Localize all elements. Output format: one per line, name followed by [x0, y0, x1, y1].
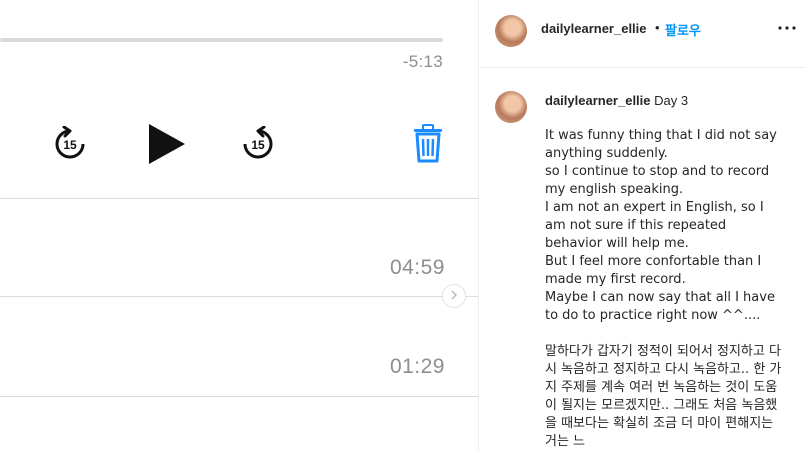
divider	[0, 296, 478, 297]
more-options-icon[interactable]	[777, 18, 797, 43]
author-username[interactable]: dailylearner_ellie	[541, 21, 647, 36]
skip-back-15-icon[interactable]: 15	[52, 125, 88, 167]
divider	[0, 396, 478, 397]
post-media-area: -5:13 15 15 04:59 01:29	[0, 0, 478, 452]
avatar[interactable]	[495, 15, 527, 47]
playback-progress-bar[interactable]	[0, 38, 443, 42]
play-icon[interactable]	[146, 122, 188, 171]
avatar[interactable]	[495, 91, 527, 123]
next-slide-button[interactable]	[442, 284, 466, 308]
separator-dot: •	[655, 20, 660, 35]
caption-header: dailylearner_ellie Day 3	[545, 93, 688, 108]
caption-username[interactable]: dailylearner_ellie	[545, 93, 651, 108]
recording-duration: 01:29	[389, 355, 445, 378]
caption-text: It was funny thing that I did not say an…	[545, 128, 782, 449]
chevron-right-icon	[449, 287, 459, 305]
post-header: dailylearner_ellie • 팔로우	[479, 0, 806, 68]
recording-duration: 04:59	[389, 256, 445, 279]
trash-icon[interactable]	[411, 124, 445, 169]
skip-forward-15-icon[interactable]: 15	[240, 125, 276, 167]
follow-button[interactable]: 팔로우	[665, 20, 701, 39]
remaining-time: -5:13	[402, 52, 443, 71]
post-side-panel: dailylearner_ellie • 팔로우 dailylearner_el…	[478, 0, 806, 452]
skip-back-seconds: 15	[63, 138, 77, 152]
divider	[0, 198, 478, 199]
skip-forward-seconds: 15	[251, 138, 265, 152]
caption-title: Day 3	[654, 93, 689, 108]
